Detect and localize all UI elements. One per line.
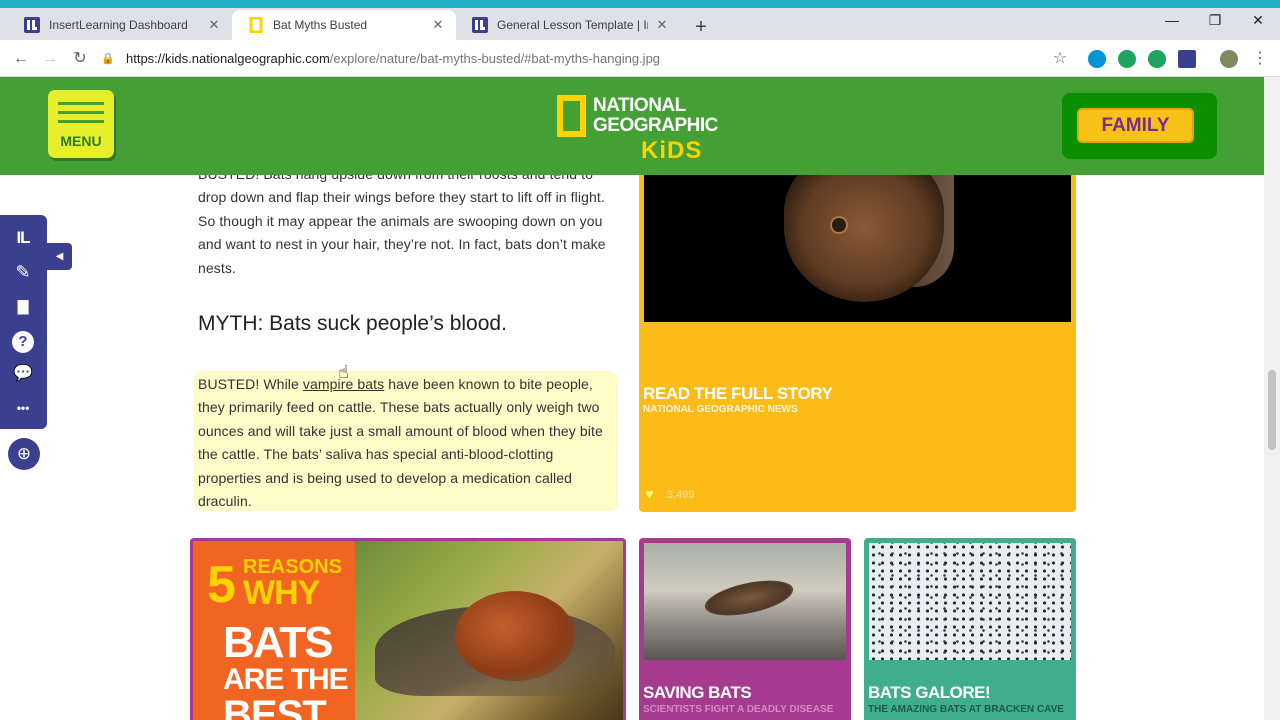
tab-general-lesson-template[interactable]: General Lesson Template | InsertL ✕ bbox=[456, 10, 680, 40]
menu-button[interactable]: MENU bbox=[48, 90, 114, 158]
collapse-toolbar-icon[interactable]: ◀ bbox=[47, 243, 72, 270]
card-subtitle: NATIONAL GEOGRAPHIC NEWS bbox=[643, 404, 798, 415]
text-run: BUSTED! While bbox=[198, 376, 303, 392]
insertlearning-extension-icon[interactable] bbox=[1178, 50, 1196, 68]
profile-avatar[interactable] bbox=[1220, 50, 1238, 68]
address-bar[interactable]: 🔒 https://kids.nationalgeographic.com/ex… bbox=[100, 44, 1080, 73]
forward-icon[interactable]: → bbox=[39, 48, 61, 70]
insertlearning-favicon-icon bbox=[24, 17, 40, 33]
card-title: BATS GALORE! bbox=[868, 683, 991, 702]
bookmark-star-icon[interactable]: ☆ bbox=[1049, 48, 1071, 70]
tab-bat-myths-busted[interactable]: Bat Myths Busted ✕ bbox=[232, 10, 456, 40]
saving-bats-card[interactable]: SAVING BATS SCIENTISTS FIGHT A DEADLY DI… bbox=[639, 538, 851, 720]
promo-best: BEST bbox=[223, 693, 327, 720]
family-button-wrapper: FAMILY bbox=[1062, 93, 1217, 159]
hamburger-icon bbox=[58, 120, 104, 123]
tab-insertlearning-dashboard[interactable]: InsertLearning Dashboard ✕ bbox=[8, 10, 232, 40]
browser-top-stripe bbox=[0, 0, 1280, 8]
bat-swarm-photo bbox=[869, 543, 1071, 660]
tab-title: General Lesson Template | InsertL bbox=[497, 18, 648, 32]
bat-eye bbox=[830, 216, 848, 234]
article-paragraph: BUSTED! Bats hang upside down from their… bbox=[198, 166, 606, 276]
question-glyph: ? bbox=[12, 331, 34, 353]
discussion-icon[interactable]: 💬 bbox=[10, 361, 36, 387]
url-host: https://kids.nationalgeographic.com bbox=[126, 51, 330, 66]
browser-tab-bar: InsertLearning Dashboard ✕ Bat Myths Bus… bbox=[0, 8, 1280, 40]
url-path: /explore/nature/bat-myths-busted/#bat-my… bbox=[329, 51, 661, 66]
hamburger-icon bbox=[58, 111, 104, 114]
natgeo-favicon-icon bbox=[249, 17, 263, 33]
scrollbar-thumb[interactable] bbox=[1268, 370, 1276, 450]
logo-line: GEOGRAPHIC bbox=[593, 115, 718, 136]
tab-close-icon[interactable]: ✕ bbox=[430, 17, 446, 33]
hand-cursor-icon: ☝ bbox=[338, 362, 349, 382]
tab-title: InsertLearning Dashboard bbox=[49, 18, 188, 32]
five-reasons-card[interactable]: 5 REASONS WHY BATS ARE THE BEST bbox=[190, 538, 626, 720]
article-paragraph-highlighted: BUSTED! While vampire bats have been kno… bbox=[198, 373, 614, 513]
bat-hanging-photo bbox=[644, 172, 1071, 322]
hp-extension-icon[interactable] bbox=[1088, 50, 1106, 68]
maximize-icon[interactable]: ❐ bbox=[1195, 12, 1235, 29]
green-extension-icon[interactable] bbox=[1148, 50, 1166, 68]
tab-close-icon[interactable]: ✕ bbox=[654, 17, 670, 33]
browser-menu-icon[interactable]: ⋮ bbox=[1249, 48, 1271, 70]
card-subtitle: THE AMAZING BATS AT BRACKEN CAVE bbox=[868, 704, 1064, 715]
pencil-icon[interactable]: ✎ bbox=[10, 259, 36, 285]
promo-number: 5 bbox=[207, 556, 236, 614]
natgeo-kids-logo[interactable]: NATIONAL GEOGRAPHIC KiDS bbox=[557, 93, 718, 164]
reload-icon[interactable]: ↻ bbox=[69, 48, 91, 70]
close-window-icon[interactable]: ✕ bbox=[1238, 12, 1278, 29]
read-full-story-card[interactable]: READ THE FULL STORY NATIONAL GEOGRAPHIC … bbox=[639, 172, 1076, 512]
bats-galore-card[interactable]: BATS GALORE! THE AMAZING BATS AT BRACKEN… bbox=[864, 538, 1076, 720]
text-run: have been known to bite people, they pri… bbox=[198, 376, 603, 510]
yellow-frame-icon bbox=[557, 95, 586, 137]
promo-bats: BATS bbox=[223, 618, 334, 667]
logo-line: NATIONAL bbox=[593, 95, 686, 116]
myth-heading: MYTH: Bats suck people’s blood. bbox=[198, 312, 507, 335]
green-extension-icon[interactable] bbox=[1118, 50, 1136, 68]
card-title: SAVING BATS bbox=[643, 683, 752, 702]
sticky-note-icon[interactable]: ▇ bbox=[10, 293, 36, 319]
promo-panel: 5 REASONS WHY BATS ARE THE BEST bbox=[193, 541, 355, 720]
help-lifebuoy-icon[interactable]: ⊕ bbox=[8, 438, 40, 470]
promo-why: WHY bbox=[243, 574, 320, 612]
heart-icon: ♥ bbox=[645, 486, 654, 503]
promo-are-the: ARE THE bbox=[223, 663, 349, 696]
card-title: READ THE FULL STORY bbox=[643, 384, 833, 403]
card-subtitle: SCIENTISTS FIGHT A DEADLY DISEASE bbox=[643, 704, 834, 715]
new-tab-button[interactable]: + bbox=[690, 16, 712, 39]
tab-title: Bat Myths Busted bbox=[273, 18, 368, 32]
bat-on-rock-photo bbox=[644, 543, 846, 660]
logo-kids: KiDS bbox=[641, 137, 703, 164]
address-bar-row: ← → ↻ 🔒 https://kids.nationalgeographic.… bbox=[0, 40, 1280, 77]
bat-body bbox=[455, 591, 575, 681]
more-icon[interactable]: ••• bbox=[10, 395, 36, 421]
lock-icon: 🔒 bbox=[101, 53, 115, 65]
site-header: MENU NATIONAL GEOGRAPHIC KiDS FAMILY bbox=[0, 77, 1264, 175]
web-page: BUSTED! Bats hang upside down from their… bbox=[0, 77, 1264, 720]
insertlearning-toolbar: IL ✎ ▇ ? 💬 ••• bbox=[0, 215, 47, 429]
like-count: 3,499 bbox=[667, 489, 695, 501]
insertlearning-logo-icon[interactable]: IL bbox=[10, 225, 36, 251]
bat-body bbox=[701, 573, 797, 623]
family-button[interactable]: FAMILY bbox=[1077, 108, 1194, 143]
menu-label: MENU bbox=[60, 133, 102, 149]
like-counter[interactable]: ♥ 3,499 bbox=[645, 486, 695, 503]
hamburger-icon bbox=[58, 102, 104, 105]
question-icon[interactable]: ? bbox=[10, 327, 36, 353]
back-icon[interactable]: ← bbox=[10, 48, 32, 70]
tab-close-icon[interactable]: ✕ bbox=[206, 17, 222, 33]
minimize-icon[interactable]: — bbox=[1152, 12, 1192, 28]
fruit-bat-photo bbox=[355, 541, 623, 720]
insertlearning-favicon-icon bbox=[472, 17, 488, 33]
